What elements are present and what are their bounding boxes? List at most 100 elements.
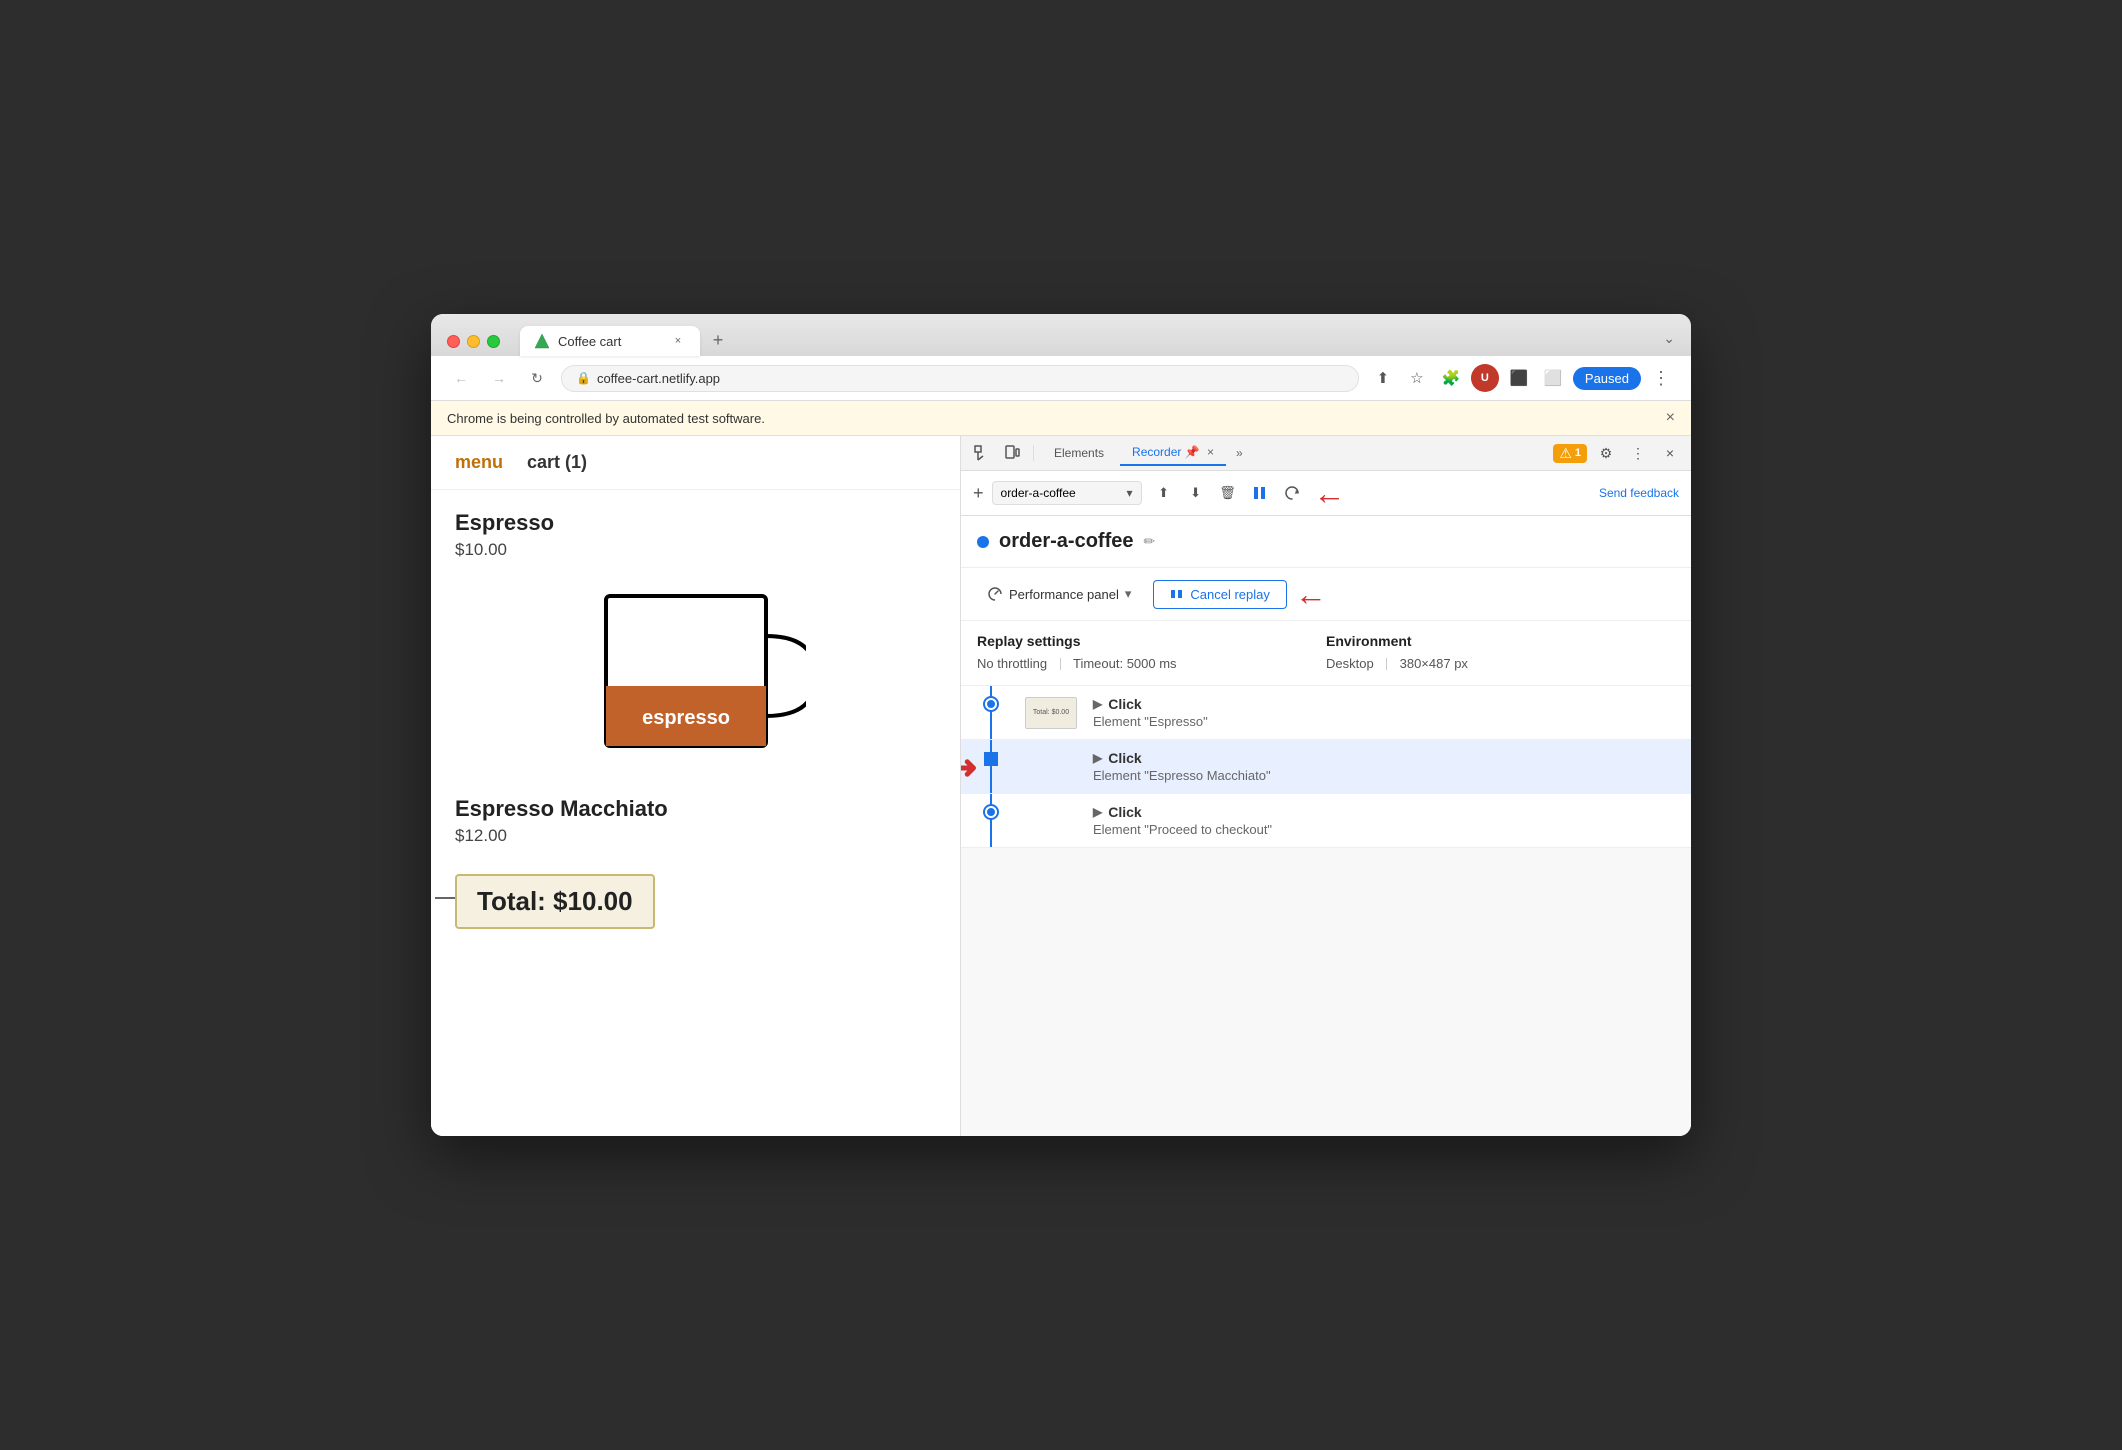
traffic-lights — [447, 335, 500, 348]
url-text: coffee-cart.netlify.app — [597, 371, 1344, 386]
devtools-close-button[interactable]: × — [1657, 440, 1683, 466]
active-tab[interactable]: Coffee cart × — [520, 326, 700, 356]
window-icon[interactable]: ⬜ — [1539, 364, 1567, 392]
send-feedback-link[interactable]: Send feedback — [1599, 486, 1679, 500]
menu-button[interactable]: ⋮ — [1647, 364, 1675, 392]
website-panel: menu cart (1) Espresso $10.00 espresso — [431, 436, 961, 1136]
recorder-toolbar: + order-a-coffee ▾ ⬆ ⬇ 🗑 — [961, 471, 1691, 516]
expand-icon-3[interactable]: ▶ — [1093, 805, 1102, 819]
website-content: Espresso $10.00 espresso Espresso Macchi… — [431, 490, 960, 949]
badge-count: 1 — [1575, 447, 1581, 459]
issues-badge[interactable]: ⚠ 1 — [1553, 444, 1587, 463]
product-name-espresso: Espresso — [455, 510, 936, 536]
bookmark-icon[interactable]: ☆ — [1403, 364, 1431, 392]
warning-icon: ⚠ — [1559, 445, 1572, 462]
nav-menu-link[interactable]: menu — [455, 452, 503, 473]
devtools-panel: Elements Recorder 📌 × » ⚠ 1 ⚙ ⋮ × — [961, 436, 1691, 1136]
recording-name-text: order-a-coffee — [999, 530, 1133, 553]
step-detail-2: Element "Espresso Macchiato" — [1093, 768, 1679, 783]
step-type-3: ▶ Click — [1093, 804, 1679, 820]
tab-elements[interactable]: Elements — [1042, 441, 1116, 465]
url-bar[interactable]: 🔒 coffee-cart.netlify.app — [561, 365, 1359, 392]
extensions-icon[interactable]: 🧩 — [1437, 364, 1465, 392]
profile-icon[interactable]: U — [1471, 364, 1499, 392]
cast-icon[interactable]: ⬛ — [1505, 364, 1533, 392]
recording-status-dot — [977, 536, 989, 548]
chevron-down-icon: ⌄ — [1663, 330, 1675, 347]
settings-icon[interactable]: ⚙ — [1593, 440, 1619, 466]
thumbnail-image: Total: $0.00 — [1025, 697, 1077, 729]
minimize-button[interactable] — [467, 335, 480, 348]
step-spacer — [1021, 740, 1081, 793]
arrow-to-replay: ← — [1314, 477, 1346, 509]
timeline-dot-3 — [985, 806, 997, 818]
tabs-area: Coffee cart × + — [520, 326, 1651, 356]
step-content-2: ▶ Click Element "Espresso Macchiato" — [1081, 740, 1691, 793]
close-button[interactable] — [447, 335, 460, 348]
inspect-element-icon[interactable] — [969, 440, 995, 466]
performance-panel-button[interactable]: Performance panel ▾ — [977, 581, 1141, 607]
main-content: menu cart (1) Espresso $10.00 espresso — [431, 436, 1691, 1136]
notification-close-button[interactable]: × — [1666, 409, 1675, 427]
maximize-button[interactable] — [487, 335, 500, 348]
replay-button[interactable] — [1246, 479, 1274, 507]
replay-controls: Performance panel ▾ Cancel replay ← — [961, 568, 1691, 621]
new-tab-button[interactable]: + — [704, 326, 732, 354]
steps-area: Total: $0.00 ▶ Click Element "Espresso" — [961, 686, 1691, 1136]
cancel-replay-wrapper: Cancel replay ← — [1153, 578, 1327, 610]
toolbar-icons: ⬆ ☆ 🧩 U ⬛ ⬜ Paused ⋮ — [1369, 364, 1675, 392]
step-thumbnail: Total: $0.00 — [1021, 686, 1081, 739]
settings-area: Replay settings Environment No throttlin… — [961, 621, 1691, 686]
cancel-replay-button[interactable]: Cancel replay — [1153, 580, 1287, 609]
step-type-2: ▶ Click — [1093, 750, 1679, 766]
lock-icon: 🔒 — [576, 371, 591, 385]
environment-label: Environment — [1326, 633, 1675, 651]
delete-recording-button[interactable]: 🗑 — [1214, 479, 1242, 507]
recording-selector[interactable]: order-a-coffee ▾ — [992, 481, 1142, 505]
red-arrow-replay: ← — [1314, 477, 1346, 509]
window-controls-right: ⌄ — [1663, 330, 1675, 353]
back-button[interactable]: ← — [447, 364, 475, 392]
performance-panel-label: Performance panel — [1009, 587, 1119, 602]
nav-cart-link[interactable]: cart (1) — [527, 452, 587, 473]
device-toolbar-icon[interactable] — [999, 440, 1025, 466]
share-icon[interactable]: ⬆ — [1369, 364, 1397, 392]
recorder-actions: ⬆ ⬇ 🗑 — [1150, 479, 1306, 507]
paused-badge: Paused — [1573, 367, 1641, 390]
step-detail: Element "Espresso" — [1093, 714, 1679, 729]
edit-recording-name-button[interactable]: ✏ — [1143, 533, 1155, 550]
tab-close-button[interactable]: × — [670, 333, 686, 349]
reload-button[interactable]: ↻ — [523, 364, 551, 392]
add-recording-button[interactable]: + — [973, 483, 984, 504]
expand-icon[interactable]: ▶ — [1093, 697, 1102, 711]
tab-recorder[interactable]: Recorder 📌 × — [1120, 440, 1226, 466]
red-arrow-step2: ➜ — [961, 749, 978, 785]
total-badge: Total: $10.00 — [455, 874, 655, 929]
step-type: ▶ Click — [1093, 696, 1679, 712]
title-bar: Coffee cart × + ⌄ — [431, 314, 1691, 356]
step-row-highlighted: ➜ ▶ Click Element "Espresso Macchiato" — [961, 740, 1691, 794]
step-content: ▶ Click Element "Espresso" — [1081, 686, 1691, 739]
import-recording-button[interactable]: ⬇ — [1182, 479, 1210, 507]
website-nav: menu cart (1) — [431, 436, 960, 490]
product-name-macchiato: Espresso Macchiato — [455, 796, 936, 822]
notification-bar: Chrome is being controlled by automated … — [431, 401, 1691, 436]
more-tabs-button[interactable]: » — [1230, 442, 1249, 464]
recording-name-group: order-a-coffee ✏ — [977, 530, 1155, 553]
expand-icon-2[interactable]: ▶ — [1093, 751, 1102, 765]
forward-button[interactable]: → — [485, 364, 513, 392]
browser-window: Coffee cart × + ⌄ ← → ↻ 🔒 coffee-cart.ne… — [431, 314, 1691, 1136]
export-recording-button[interactable]: ⬆ — [1150, 479, 1178, 507]
devtools-right-controls: ⚠ 1 ⚙ ⋮ × — [1553, 440, 1683, 466]
recorder-tab-close[interactable]: × — [1207, 445, 1214, 459]
devtools-toolbar: Elements Recorder 📌 × » ⚠ 1 ⚙ ⋮ × — [961, 436, 1691, 471]
replay-action-button[interactable] — [1278, 479, 1306, 507]
timeline-square — [984, 752, 998, 766]
devtools-more-button[interactable]: ⋮ — [1625, 440, 1651, 466]
step-content-3: ▶ Click Element "Proceed to checkout" — [1081, 794, 1691, 847]
performance-panel-chevron: ▾ — [1125, 586, 1132, 602]
step-timeline — [961, 686, 1021, 739]
red-arrow-cancel: ← — [1295, 578, 1327, 610]
svg-text:espresso: espresso — [642, 707, 730, 729]
environment-value: Desktop 380×487 px — [1326, 655, 1675, 673]
